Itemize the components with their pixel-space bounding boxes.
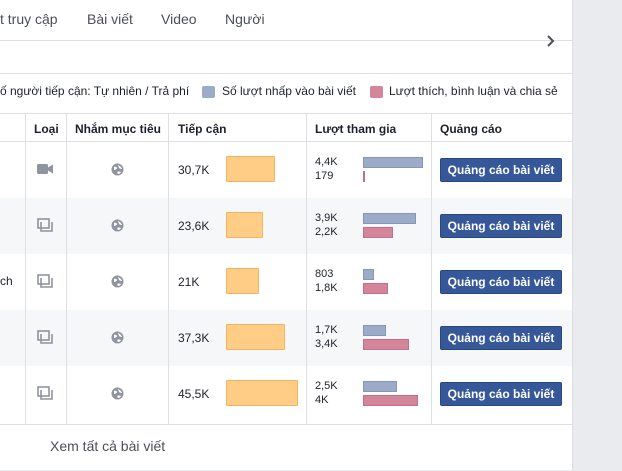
column-divider — [66, 113, 67, 424]
reactions-count: 4K — [315, 394, 329, 406]
reactions-bar — [363, 227, 393, 238]
reach-bar — [226, 324, 285, 350]
clicks-count: 4,4K — [315, 156, 338, 168]
legend-reach: ố người tiếp cận: Tự nhiên / Trả phí — [0, 84, 190, 98]
reactions-bar — [363, 171, 365, 182]
legend-swatch-reactions — [370, 86, 383, 98]
reactions-count: 1,8K — [315, 282, 338, 294]
album-icon — [37, 218, 53, 232]
truncated-title: ch — [0, 274, 13, 288]
legend-clicks: Số lượt nhấp vào bài viết — [222, 84, 356, 98]
reach-count: 23,6K — [178, 219, 210, 233]
header-targeting[interactable]: Nhắm mục tiêu — [75, 122, 161, 136]
table-row[interactable]: ch 21K 803 1,8K Quảng cáo bài viết — [0, 254, 572, 310]
header-promote[interactable]: Quảng cáo — [440, 122, 502, 136]
video-icon — [37, 164, 53, 174]
reach-count: 45,5K — [178, 387, 210, 401]
boost-post-button[interactable]: Quảng cáo bài viết — [440, 326, 562, 350]
boost-post-button[interactable]: Quảng cáo bài viết — [440, 382, 562, 406]
reach-bar — [226, 268, 259, 294]
column-divider — [306, 113, 307, 424]
reactions-count: 179 — [315, 170, 334, 182]
table-row[interactable]: 45,5K 2,5K 4K Quảng cáo bài viết — [0, 366, 572, 422]
clicks-bar — [363, 325, 386, 336]
page-background-strip — [572, 0, 622, 470]
table-row[interactable]: 37,3K 1,7K 3,4K Quảng cáo bài viết — [0, 310, 572, 366]
table-row[interactable]: 23,6K 3,9K 2,2K Quảng cáo bài viết — [0, 198, 572, 254]
reactions-count: 2,2K — [315, 226, 338, 238]
reach-bar — [226, 380, 298, 406]
reactions-bar — [363, 283, 388, 294]
clicks-count: 1,7K — [315, 324, 338, 336]
header-reach[interactable]: Tiếp cận — [178, 122, 226, 136]
posts-panel: t truy cập Bài viết Video Người ố người … — [0, 0, 572, 470]
tab-posts[interactable]: Bài viết — [87, 11, 133, 27]
clicks-bar — [363, 157, 423, 168]
album-icon — [37, 386, 53, 400]
boost-post-button[interactable]: Quảng cáo bài viết — [440, 214, 562, 238]
boost-post-button[interactable]: Quảng cáo bài viết — [440, 158, 562, 182]
insights-tab-bar: t truy cập Bài viết Video Người — [0, 0, 572, 41]
reactions-count: 3,4K — [315, 338, 338, 350]
header-engagement[interactable]: Lượt tham gia — [315, 122, 396, 136]
reach-count: 37,3K — [178, 331, 210, 345]
reach-bar — [226, 212, 263, 238]
table-row[interactable]: 30,7K 4,4K 179 Quảng cáo bài viết — [0, 142, 572, 198]
globe-icon — [111, 331, 124, 344]
globe-icon — [111, 163, 124, 176]
reach-bar — [226, 156, 275, 182]
reactions-bar — [363, 395, 418, 406]
see-all-posts-link[interactable]: Xem tất cả bài viết — [50, 438, 165, 454]
globe-icon — [111, 275, 124, 288]
clicks-count: 3,9K — [315, 212, 338, 224]
clicks-bar — [363, 213, 416, 224]
album-icon — [37, 274, 53, 288]
globe-icon — [111, 219, 124, 232]
album-icon — [37, 330, 53, 344]
tab-people[interactable]: Người — [225, 11, 265, 27]
tab-videos[interactable]: Video — [161, 11, 197, 27]
column-divider — [431, 113, 432, 424]
reactions-bar — [363, 339, 409, 350]
globe-icon — [111, 387, 124, 400]
chevron-right-icon[interactable] — [545, 34, 557, 48]
legend-reactions: Lượt thích, bình luận và chia sẻ — [389, 84, 558, 98]
column-divider — [25, 113, 26, 424]
reach-count: 21K — [178, 275, 200, 289]
legend-swatch-clicks — [202, 86, 215, 98]
column-divider — [168, 113, 169, 424]
clicks-bar — [363, 381, 397, 392]
table-footer: Xem tất cả bài viết — [0, 424, 572, 471]
tab-reach[interactable]: t truy cập — [0, 11, 58, 27]
sub-header-bar — [0, 41, 572, 74]
boost-post-button[interactable]: Quảng cáo bài viết — [440, 270, 562, 294]
clicks-bar — [363, 269, 374, 280]
header-type[interactable]: Loại — [34, 122, 59, 136]
table-header: Loại Nhắm mục tiêu Tiếp cận Lượt tham gi… — [0, 113, 572, 142]
clicks-count: 2,5K — [315, 380, 338, 392]
clicks-count: 803 — [315, 268, 334, 280]
reach-count: 30,7K — [178, 163, 210, 177]
